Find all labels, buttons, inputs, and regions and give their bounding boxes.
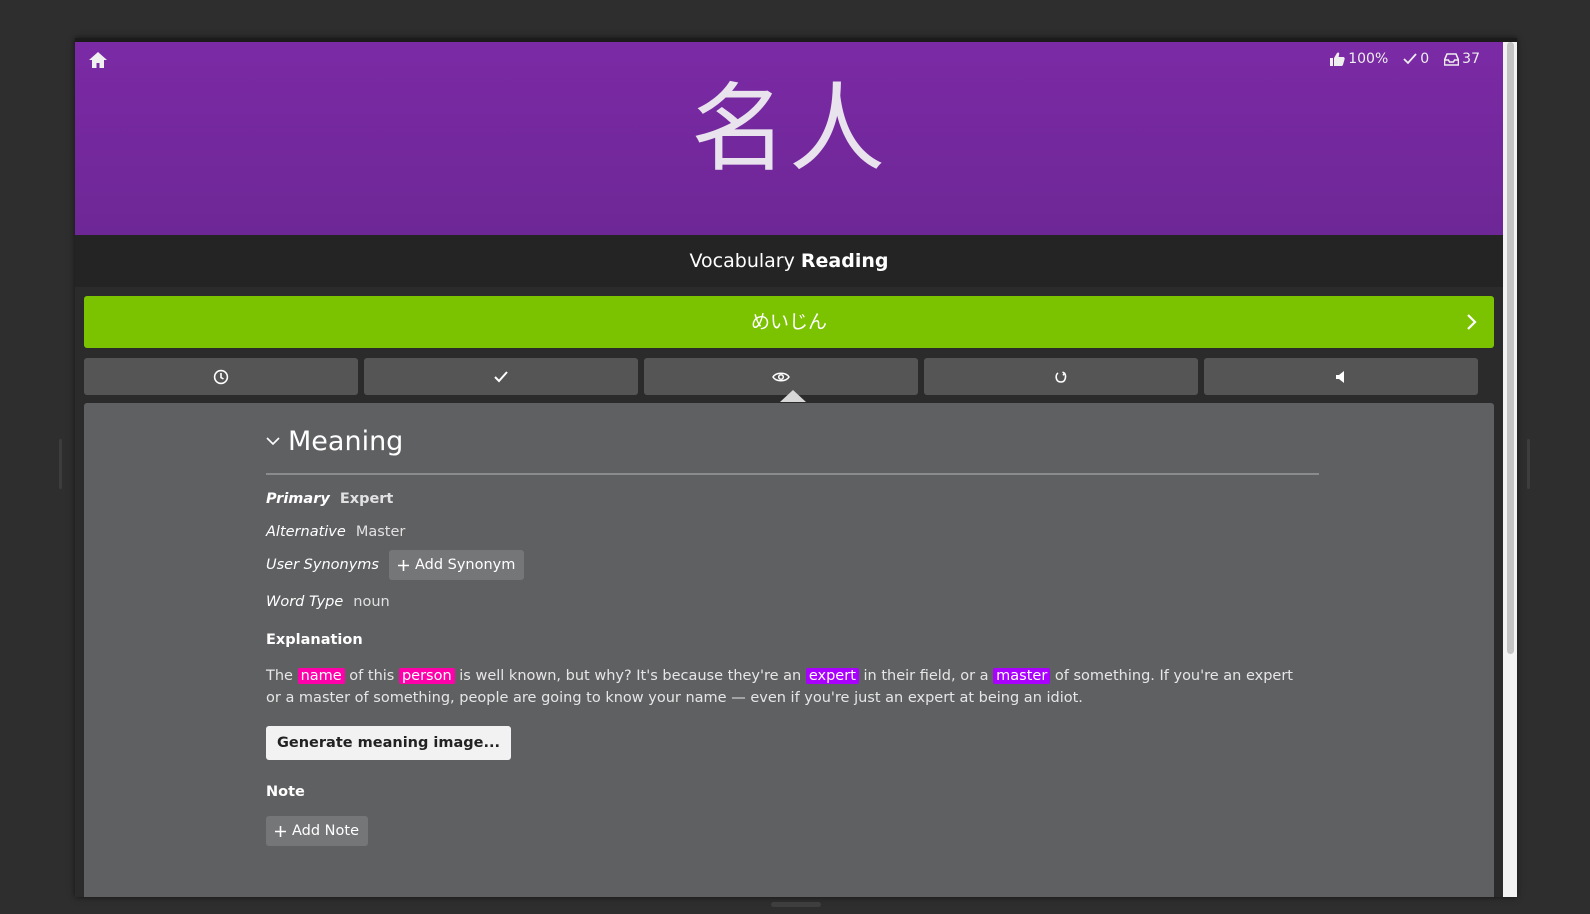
question-type-banner: Vocabulary Reading (75, 235, 1503, 287)
meaning-section-toggle[interactable]: Meaning (266, 421, 1319, 461)
answer-text: めいじん (750, 311, 827, 333)
remaining-stat: 37 (1444, 51, 1480, 67)
word-type-value: noun (353, 594, 390, 610)
meaning-section: Meaning Primary Expert Alternative Maste… (266, 421, 1319, 846)
alternative-value: Master (355, 524, 406, 540)
add-synonym-button[interactable]: Add Synonym (388, 550, 525, 580)
primary-label: Primary (266, 491, 330, 507)
audio-button[interactable] (1204, 358, 1478, 395)
question-category: Vocabulary (689, 250, 795, 272)
right-edge-handle[interactable] (1527, 439, 1530, 489)
alternative-meaning-row: Alternative Master (266, 524, 1319, 540)
chevron-down-icon (266, 437, 280, 446)
section-title: Meaning (288, 425, 404, 457)
word-type-row: Word Type noun (266, 594, 1319, 610)
vocabulary-highlight: expert (805, 668, 859, 684)
eye-icon (772, 372, 790, 381)
mark-correct-button[interactable] (364, 358, 638, 395)
answer-field[interactable]: めいじん (84, 296, 1494, 348)
check-icon (1403, 53, 1417, 65)
speaker-icon (1336, 370, 1344, 383)
completed-value: 0 (1420, 51, 1430, 67)
scrollbar[interactable] (1503, 42, 1517, 897)
user-synonyms-row: User Synonyms Add Synonym (266, 550, 1319, 580)
completed-stat: 0 (1403, 51, 1429, 67)
explanation-text: The (266, 668, 298, 684)
section-divider (266, 473, 1319, 475)
inbox-icon (1444, 52, 1460, 66)
subject-characters: 名人 (691, 73, 887, 185)
primary-meaning-row: Primary Expert (266, 491, 1319, 507)
plus-icon (275, 825, 286, 837)
alternative-label: Alternative (266, 524, 346, 540)
review-window: 100% 0 37 名人 Vocabulary Reading めいじん Mea… (75, 38, 1517, 897)
undo-icon (1055, 370, 1067, 383)
user-synonyms-label: User Synonyms (266, 557, 379, 573)
remaining-value: 37 (1462, 51, 1480, 67)
radical-highlight: name (297, 668, 345, 684)
primary-value: Expert (339, 491, 394, 507)
active-tab-pointer (780, 390, 806, 402)
scrollbar-thumb[interactable] (1507, 42, 1514, 654)
add-note-button[interactable]: Add Note (266, 816, 369, 846)
accuracy-stat: 100% (1330, 51, 1388, 67)
home-icon[interactable] (88, 50, 108, 70)
vocabulary-highlight: master (993, 668, 1051, 684)
meaning-explanation: The name of this person is well known, b… (266, 665, 1306, 709)
explanation-text: is well known, but why? It's because the… (454, 668, 806, 684)
clock-icon (213, 369, 229, 384)
last-items-button[interactable] (84, 358, 358, 395)
note-heading: Note (266, 784, 305, 800)
left-edge-handle[interactable] (59, 439, 62, 489)
explanation-text: in their field, or a (858, 668, 994, 684)
accuracy-value: 100% (1348, 51, 1389, 67)
check-icon (494, 370, 508, 382)
question-kind: Reading (800, 250, 889, 272)
plus-icon (397, 559, 409, 571)
generate-meaning-image-button[interactable]: Generate meaning image... (266, 726, 512, 760)
retype-button[interactable] (924, 358, 1198, 395)
word-type-label: Word Type (266, 594, 344, 610)
thumbs-up-icon (1330, 52, 1345, 66)
subject-header: 100% 0 37 名人 (75, 42, 1503, 235)
stats-bar: 100% 0 37 (1330, 51, 1480, 67)
radical-highlight: person (398, 668, 455, 684)
explanation-heading: Explanation (266, 632, 363, 648)
add-note-label: Add Note (292, 823, 360, 839)
add-synonym-label: Add Synonym (414, 557, 516, 573)
submit-arrow-icon[interactable] (1466, 313, 1478, 331)
bottom-edge-handle[interactable] (771, 902, 821, 907)
item-info-panel: Meaning Primary Expert Alternative Maste… (84, 403, 1494, 897)
explanation-text: of this (344, 668, 399, 684)
